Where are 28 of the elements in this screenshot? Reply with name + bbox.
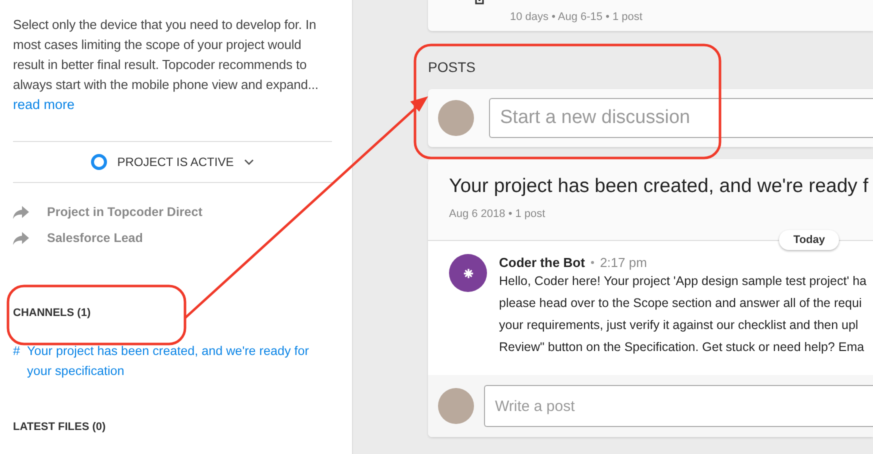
message-text: your requirements, just verify it against our checklist and then upl [499, 317, 860, 334]
description-text: Select only the device that you need to develop for. In most cases limiting the scope of your project would result in better final result. Topcoder recommends to always start with the mobile phone view and expand... [13, 16, 320, 94]
chevron-down-icon [244, 159, 254, 165]
posts-heading: POSTS [428, 59, 476, 75]
share-arrow-icon [13, 206, 29, 218]
external-link[interactable]: Project in Topcoder Direct [13, 205, 340, 219]
status-dropdown[interactable]: PROJECT IS ACTIVE [117, 155, 254, 169]
message-time: 2:17 pm [600, 255, 647, 270]
message-text: Hello, Coder here! Your project 'App design sample test project' ha [499, 273, 866, 290]
avatar [438, 388, 474, 424]
avatar [438, 100, 474, 136]
latest-files-heading: LATEST FILES (0) [13, 421, 107, 433]
external-link[interactable]: Salesforce Lead [13, 231, 340, 245]
thread-title: Your project has been created, and we're ready f [449, 175, 870, 198]
author-name: Coder the Bot [499, 255, 585, 270]
status-ring-icon [91, 154, 108, 170]
read-more-link[interactable]: read more [13, 95, 75, 115]
channel-link[interactable]: # Your project has been created, and we're ready for your specification [13, 341, 310, 381]
share-arrow-icon [13, 232, 29, 244]
channels-heading: CHANNELS (1) [13, 307, 92, 319]
thread-meta: Aug 6 2018 • 1 post [449, 208, 546, 220]
bot-avatar [449, 254, 487, 292]
day-label: Today [779, 230, 839, 250]
message-text: please head over to the Scope section and answer all of the requi [499, 295, 863, 312]
new-discussion-field[interactable]: Start a new discussion [489, 98, 873, 138]
reply-field[interactable]: Write a post [484, 385, 873, 427]
message-text: Review" button on the Specification. Get stuck or need help? Ema [499, 339, 866, 356]
phase-meta: 10 days • Aug 6-15 • 1 post [510, 11, 642, 23]
